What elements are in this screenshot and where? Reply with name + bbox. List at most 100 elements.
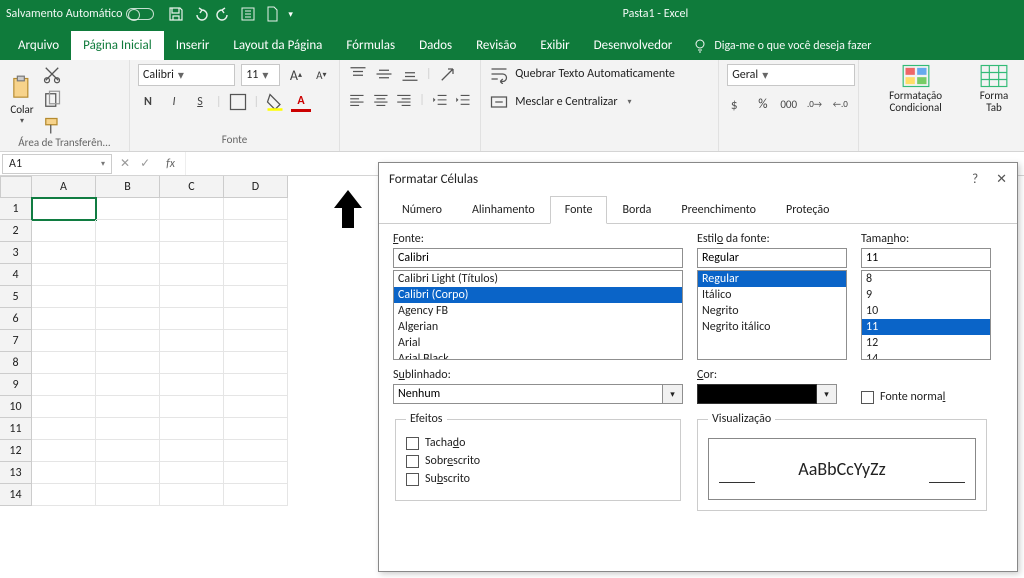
cell[interactable] (96, 440, 160, 462)
cell[interactable] (224, 374, 288, 396)
tab-pagina-inicial[interactable]: Página Inicial (71, 31, 164, 60)
cell[interactable] (160, 352, 224, 374)
row-header[interactable]: 7 (0, 330, 32, 352)
col-header[interactable]: A (32, 176, 96, 198)
dlgtab-fonte[interactable]: Fonte (550, 196, 608, 224)
tab-dados[interactable]: Dados (407, 31, 464, 60)
close-icon[interactable]: ✕ (996, 172, 1007, 187)
row-header[interactable]: 3 (0, 242, 32, 264)
cell[interactable] (32, 286, 96, 308)
chk-subscrito[interactable]: Subscrito (406, 472, 670, 486)
size-input[interactable] (861, 248, 991, 268)
row-header[interactable]: 8 (0, 352, 32, 374)
cell[interactable] (224, 396, 288, 418)
row-header[interactable]: 2 (0, 220, 32, 242)
cell[interactable] (32, 242, 96, 264)
list-item[interactable]: Agency FB (394, 303, 682, 319)
cell[interactable] (224, 220, 288, 242)
list-item[interactable]: Calibri Light (Títulos) (394, 271, 682, 287)
format-as-table-button[interactable]: Forma Tab (972, 64, 1016, 114)
list-item[interactable]: 11 (862, 319, 990, 335)
color-combo[interactable]: ▾ (697, 384, 847, 404)
cell[interactable] (160, 374, 224, 396)
cell[interactable] (224, 286, 288, 308)
tab-formulas[interactable]: Fórmulas (334, 31, 407, 60)
row-header[interactable]: 10 (0, 396, 32, 418)
align-right-icon[interactable] (395, 90, 413, 110)
italic-button[interactable]: I (164, 92, 184, 112)
name-box[interactable]: A1 ▾ (2, 154, 112, 174)
number-format-combo[interactable]: Geral▾ (727, 64, 855, 86)
cancel-formula-icon[interactable]: ✕ (120, 156, 130, 171)
font-size-combo[interactable]: 11▾ (241, 64, 280, 86)
cell[interactable] (32, 462, 96, 484)
cell[interactable] (32, 352, 96, 374)
list-item[interactable]: 12 (862, 335, 990, 351)
list-item[interactable]: 9 (862, 287, 990, 303)
cut-icon[interactable] (42, 64, 62, 84)
cell[interactable] (32, 374, 96, 396)
paste-label[interactable]: Colar (10, 103, 33, 116)
underline-button[interactable]: S (190, 92, 210, 112)
undo-icon[interactable] (192, 6, 208, 22)
dlgtab-borda[interactable]: Borda (607, 196, 666, 224)
underline-value[interactable] (393, 384, 663, 404)
align-bottom-icon[interactable] (400, 64, 420, 84)
bold-button[interactable]: N (138, 92, 158, 112)
list-item[interactable]: Negrito itálico (698, 319, 846, 335)
cell[interactable] (96, 352, 160, 374)
cell[interactable] (160, 264, 224, 286)
save-icon[interactable] (168, 6, 184, 22)
col-header[interactable]: D (224, 176, 288, 198)
chevron-down-icon[interactable]: ▾ (817, 384, 837, 404)
dlgtab-alinhamento[interactable]: Alinhamento (457, 196, 550, 224)
cell[interactable] (32, 484, 96, 506)
chevron-down-icon[interactable]: ▾ (663, 384, 683, 404)
cell[interactable] (160, 396, 224, 418)
align-left-icon[interactable] (348, 90, 366, 110)
cell[interactable] (96, 330, 160, 352)
tab-desenvolvedor[interactable]: Desenvolvedor (582, 31, 685, 60)
cell[interactable] (160, 220, 224, 242)
tab-arquivo[interactable]: Arquivo (6, 31, 71, 60)
list-item[interactable]: Arial (394, 335, 682, 351)
row-header[interactable]: 9 (0, 374, 32, 396)
underline-combo[interactable]: ▾ (393, 384, 683, 404)
cell[interactable] (32, 308, 96, 330)
cell[interactable] (224, 264, 288, 286)
percent-icon[interactable]: % (753, 94, 773, 114)
tab-exibir[interactable]: Exibir (528, 31, 581, 60)
font-name-combo[interactable]: Calibri▾ (138, 64, 235, 86)
align-middle-icon[interactable] (374, 64, 394, 84)
format-painter-icon[interactable] (42, 116, 62, 136)
cell[interactable] (224, 308, 288, 330)
new-doc-icon[interactable] (264, 6, 280, 22)
cell[interactable] (160, 418, 224, 440)
tab-inserir[interactable]: Inserir (164, 31, 222, 60)
copy-icon[interactable] (42, 90, 62, 110)
dlgtab-numero[interactable]: Número (387, 196, 457, 224)
row-header[interactable]: 12 (0, 440, 32, 462)
cell[interactable] (96, 242, 160, 264)
cell[interactable] (224, 330, 288, 352)
orientation-icon[interactable] (438, 64, 458, 84)
list-item[interactable]: Algerian (394, 319, 682, 335)
cell[interactable] (96, 286, 160, 308)
align-center-icon[interactable] (372, 90, 390, 110)
help-button[interactable]: ? (972, 172, 978, 187)
align-top-icon[interactable] (348, 64, 368, 84)
font-input[interactable] (393, 248, 683, 268)
cell[interactable] (160, 462, 224, 484)
paste-dropdown-icon[interactable]: ▾ (20, 116, 24, 126)
list-item[interactable]: Negrito (698, 303, 846, 319)
col-header[interactable]: B (96, 176, 160, 198)
tell-me-search[interactable]: Diga-me o que você deseja fazer (684, 32, 879, 60)
paste-icon[interactable] (8, 75, 36, 103)
cell[interactable] (160, 484, 224, 506)
cell[interactable] (224, 198, 288, 220)
cell[interactable] (96, 484, 160, 506)
cell[interactable] (32, 264, 96, 286)
cell[interactable] (224, 462, 288, 484)
style-input[interactable] (697, 248, 847, 268)
style-listbox[interactable]: RegularItálicoNegritoNegrito itálico (697, 270, 847, 360)
